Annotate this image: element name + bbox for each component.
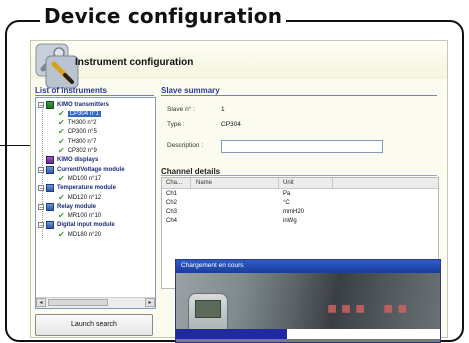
led-display-icon: ▪▪▪ ▪▪ xyxy=(326,295,411,319)
channel-details-rule xyxy=(161,175,437,176)
tree-group[interactable]: − Current/Voltage module xyxy=(38,165,125,174)
checkmark-icon: ✔ xyxy=(58,108,65,118)
column-header-channel[interactable]: Cha... xyxy=(166,180,182,186)
tree-label: MR100 n°10 xyxy=(67,213,102,220)
checkmark-icon: ✔ xyxy=(58,146,65,155)
checkmark-icon: ✔ xyxy=(58,136,65,146)
tree-label: Current/Voltage module xyxy=(57,166,125,173)
cell-unit: mmH20 xyxy=(283,209,305,215)
collapse-icon[interactable]: − xyxy=(38,203,44,210)
tree-group[interactable]: − KIMO transmitters xyxy=(38,100,109,109)
tree-item[interactable]: ✔ CP302 n°9 xyxy=(58,147,97,156)
description-label: Description : xyxy=(167,142,204,149)
cell-unit: Pa xyxy=(283,191,291,197)
launch-search-button[interactable]: Launch search xyxy=(35,314,153,336)
checkmark-icon: ✔ xyxy=(58,127,65,137)
tree-label: CP304 n°1 xyxy=(67,110,101,117)
slave-summary-title: Slave summary xyxy=(161,86,220,95)
tree-item[interactable]: ✔ CP304 n°1 xyxy=(58,109,101,118)
list-panel-rule xyxy=(35,95,154,96)
scroll-right-icon[interactable]: ▸ xyxy=(145,298,155,307)
loading-splash-image: ▪▪▪ ▪▪ xyxy=(176,273,440,335)
folder-icon xyxy=(46,202,54,211)
collapse-icon[interactable]: − xyxy=(38,185,44,192)
loading-dialog: Chargement en cours ▪▪▪ ▪▪ xyxy=(175,259,441,343)
tree-group[interactable]: − Temperature module xyxy=(38,184,116,193)
tree-item[interactable]: ✔ TH300 n°2 xyxy=(58,119,96,128)
folder-icon xyxy=(46,156,54,165)
tree-group[interactable]: KIMO displays xyxy=(38,156,98,165)
cell-channel: Ch3 xyxy=(166,209,178,215)
collapse-icon[interactable]: − xyxy=(38,222,44,229)
cell-channel: Ch2 xyxy=(166,200,178,206)
device-screen xyxy=(195,300,221,318)
screwdriver-logo-icon xyxy=(45,55,79,89)
list-panel-title: List of instruments xyxy=(35,86,108,95)
folder-icon xyxy=(46,165,54,174)
column-header-unit[interactable]: Unit xyxy=(283,180,294,186)
figure-headline: Device configuration xyxy=(40,4,287,28)
loading-dialog-titlebar[interactable]: Chargement en cours xyxy=(176,260,440,273)
slave-summary-rule xyxy=(161,95,437,96)
window-title: Instrument configuration xyxy=(75,57,194,68)
description-input[interactable] xyxy=(221,140,383,153)
loading-dialog-title: Chargement en cours xyxy=(181,262,244,269)
tree-label: Digital input module xyxy=(57,222,115,229)
window-header: Instrument configuration xyxy=(31,41,447,89)
folder-icon xyxy=(46,100,54,109)
column-divider xyxy=(332,178,333,188)
loading-progress-bar xyxy=(176,329,440,339)
tree-group[interactable]: − Relay module xyxy=(38,202,96,211)
checkmark-icon: ✔ xyxy=(58,173,65,183)
cell-unit: inWg xyxy=(283,218,297,224)
folder-icon xyxy=(46,221,54,230)
horizontal-scrollbar[interactable]: ◂ ▸ xyxy=(36,297,155,308)
tree-group[interactable]: − Digital input module xyxy=(38,221,115,230)
checkmark-icon: ✔ xyxy=(58,192,65,202)
tree-item[interactable]: ✔ MR100 n°10 xyxy=(58,212,101,221)
scroll-left-icon[interactable]: ◂ xyxy=(36,298,46,307)
scroll-thumb[interactable] xyxy=(48,299,108,306)
tree-label: CP302 n°9 xyxy=(67,148,97,154)
type-value: CP304 xyxy=(221,121,241,128)
tree-label: MD100 n°17 xyxy=(67,175,102,182)
column-divider xyxy=(278,178,279,188)
collapse-icon[interactable]: − xyxy=(38,166,44,173)
instrument-tree[interactable]: − KIMO transmitters ✔ CP304 n°1 ✔ TH300 n°2 ✔ C… xyxy=(35,97,156,309)
slave-number-value: 1 xyxy=(221,106,225,113)
tree-label: CP300 n°5 xyxy=(67,129,97,136)
tree-label: TH300 n°2 xyxy=(67,120,97,127)
tree-label: TH300 n°7 xyxy=(67,138,97,145)
column-divider xyxy=(190,178,191,188)
cell-channel: Ch4 xyxy=(166,218,178,224)
slave-number-label: Slave n° : xyxy=(167,106,195,113)
channel-table-header: Cha... Name Unit xyxy=(162,178,438,189)
tree-item[interactable]: ✔ MD100 n°17 xyxy=(58,174,101,183)
collapse-icon[interactable]: − xyxy=(38,101,44,108)
tree-item[interactable]: ✔ CP300 n°5 xyxy=(58,128,97,137)
type-label: Type : xyxy=(167,121,185,128)
checkmark-icon: ✔ xyxy=(58,211,65,221)
tree-label: MD180 n°20 xyxy=(67,231,102,238)
tree-label: Relay module xyxy=(57,203,97,210)
tree-label: KIMO transmitters xyxy=(57,101,110,108)
column-header-name[interactable]: Name xyxy=(196,180,212,186)
tree-item[interactable]: ✔ TH300 n°7 xyxy=(58,137,96,146)
cell-channel: Ch1 xyxy=(166,191,178,197)
checkmark-icon: ✔ xyxy=(58,229,65,239)
tree-label: Temperature module xyxy=(57,185,116,192)
cell-unit: °C xyxy=(283,200,290,206)
tree-label: KIMO displays xyxy=(57,157,99,164)
checkmark-icon: ✔ xyxy=(58,118,65,128)
tree-item[interactable]: ✔ MD180 n°20 xyxy=(58,230,101,239)
tree-label: MD120 n°12 xyxy=(67,194,102,201)
tree-item[interactable]: ✔ MD120 n°12 xyxy=(58,193,101,202)
loading-progress-fill xyxy=(176,329,287,339)
folder-icon xyxy=(46,184,54,193)
